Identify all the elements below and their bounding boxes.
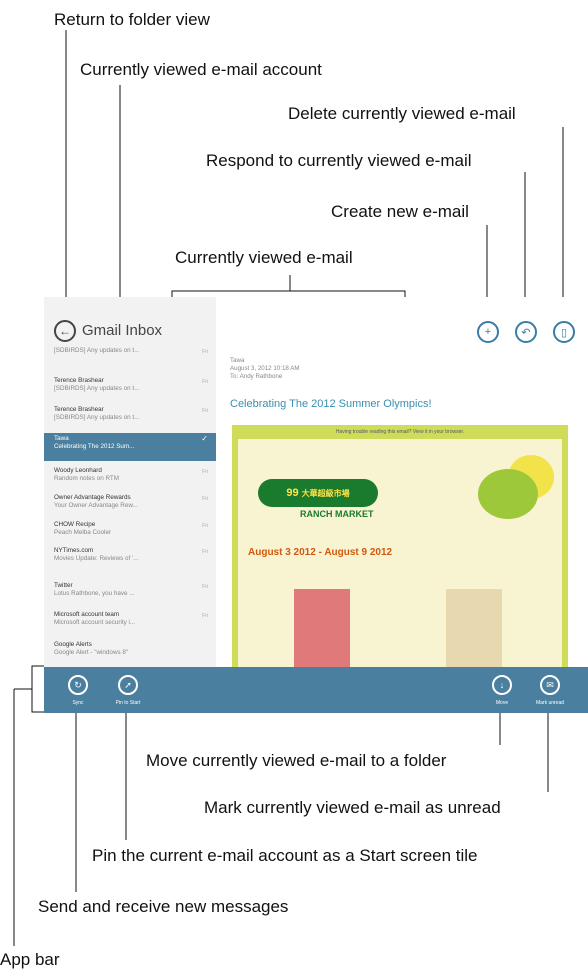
message-sender: Google Alerts: [54, 641, 92, 648]
message-date: Fri: [202, 584, 208, 590]
logo-number: 99: [286, 487, 299, 499]
callout-mark-unread: Mark currently viewed e-mail as unread: [204, 798, 501, 817]
list-item[interactable]: CHOW Recipe Peach Melba Cooler Fri: [54, 521, 216, 549]
list-item[interactable]: Terence Brashear [SDBIRDS] Any updates o…: [54, 377, 216, 405]
pin-label: Pin to Start: [115, 700, 141, 706]
promo-dates: August 3 2012 - August 9 2012: [248, 547, 393, 558]
new-email-button[interactable]: +: [477, 321, 499, 343]
email-from: Tawa: [230, 357, 245, 364]
message-sender: Twitter: [54, 582, 73, 589]
message-date: Fri: [202, 613, 208, 619]
logo-chinese-text: 大華超級市場: [301, 488, 350, 498]
list-item[interactable]: NYTimes.com Movies Update: Reviews of '.…: [54, 547, 216, 575]
message-subject: [SDBIRDS] Any updates on t...: [54, 414, 140, 421]
callout-sync: Send and receive new messages: [38, 897, 289, 916]
flyer-image: [294, 589, 350, 669]
envelope-icon: ✉: [546, 679, 554, 690]
message-sender: Microsoft account team: [54, 611, 120, 618]
list-item[interactable]: Woody Leonhard Random notes on RTM Fri: [54, 467, 216, 495]
message-date: Fri: [202, 496, 208, 502]
message-list: ← Gmail Inbox [SDBIRDS] Any updates on t…: [44, 297, 216, 667]
callout-current-account: Currently viewed e-mail account: [80, 60, 322, 79]
callout-current-email: Currently viewed e-mail: [175, 248, 353, 267]
list-item[interactable]: Google Alerts Google Alert - "windows 8": [54, 641, 216, 669]
list-item-selected[interactable]: Tawa Celebrating The 2012 Sum... ✓: [44, 433, 216, 461]
email-date: August 3, 2012 10:18 AM: [230, 365, 300, 372]
message-subject: Your Owner Advantage Rew...: [54, 502, 138, 509]
sync-icon: ↻: [74, 679, 82, 690]
mark-unread-button[interactable]: ✉: [540, 675, 560, 695]
list-item[interactable]: Microsoft account team Microsoft account…: [54, 611, 216, 639]
message-date: Fri: [202, 408, 208, 414]
message-date: Fri: [202, 379, 208, 385]
callout-delete: Delete currently viewed e-mail: [288, 104, 516, 123]
delete-button[interactable]: ▯: [553, 321, 575, 343]
inbox-title: Gmail Inbox: [82, 322, 163, 339]
reading-pane-header: Tawa August 3, 2012 10:18 AM To: Andy Ra…: [230, 357, 588, 381]
message-subject: Movies Update: Reviews of '...: [54, 555, 139, 562]
message-sender: Terence Brashear: [54, 406, 104, 413]
message-subject: Random notes on RTM: [54, 475, 119, 482]
mail-app-screenshot: ← Gmail Inbox [SDBIRDS] Any updates on t…: [44, 297, 588, 713]
respond-button[interactable]: ↶: [515, 321, 537, 343]
list-item[interactable]: Owner Advantage Rewards Your Owner Advan…: [54, 494, 216, 522]
message-date: Fri: [202, 349, 208, 355]
move-icon: ↓: [499, 680, 505, 690]
message-sender: Terence Brashear: [54, 377, 104, 384]
message-date: Fri: [202, 549, 208, 555]
message-subject: [SDBIRDS] Any updates on t...: [54, 385, 140, 392]
email-subject: Celebrating The 2012 Summer Olympics!: [230, 398, 432, 410]
trash-icon: ▯: [560, 326, 568, 339]
message-subject: [SDBIRDS] Any updates on t...: [54, 347, 140, 354]
plus-icon: +: [484, 326, 492, 338]
flyer-image: [446, 589, 502, 669]
move-button[interactable]: ↓: [492, 675, 512, 695]
list-item[interactable]: [SDBIRDS] Any updates on t... Fri: [54, 347, 216, 375]
message-date: Fri: [202, 469, 208, 475]
checkmark-icon: ✓: [201, 434, 208, 443]
logo-text: RANCH MARKET: [300, 509, 374, 519]
message-subject: Microsoft account security i...: [54, 619, 136, 626]
newsletter-content: Having trouble reading this email? View …: [238, 429, 562, 679]
callout-pin: Pin the current e-mail account as a Star…: [92, 846, 478, 865]
message-sender: Owner Advantage Rewards: [54, 494, 131, 501]
mark-unread-label: Mark unread: [535, 700, 565, 706]
app-bar: ↻ Sync ➚ Pin to Start ↓ Move ✉ Mark unre…: [44, 667, 588, 713]
message-sender: CHOW Recipe: [54, 521, 96, 528]
move-label: Move: [495, 700, 509, 706]
callout-create: Create new e-mail: [331, 202, 469, 221]
callout-app-bar: App bar: [0, 950, 60, 969]
browser-view-link[interactable]: Having trouble reading this email? View …: [238, 429, 562, 435]
callout-move: Move currently viewed e-mail to a folder: [146, 751, 447, 770]
email-to: To: Andy Rathbone: [230, 373, 283, 380]
message-date: Fri: [202, 523, 208, 529]
sync-label: Sync: [72, 700, 84, 706]
message-subject: Lotus Rathbone, you have ...: [54, 590, 135, 597]
pin-button[interactable]: ➚: [118, 675, 138, 695]
list-item[interactable]: Twitter Lotus Rathbone, you have ... Fri: [54, 582, 216, 610]
message-subject: Celebrating The 2012 Sum...: [54, 443, 135, 450]
message-subject: Google Alert - "windows 8": [54, 649, 129, 656]
email-body: Having trouble reading this email? View …: [232, 425, 568, 679]
back-button[interactable]: ←: [54, 320, 76, 342]
reply-icon: ↶: [521, 326, 531, 339]
callout-return-folder: Return to folder view: [54, 10, 210, 29]
pin-icon: ➚: [124, 679, 132, 690]
ranch-market-logo: 99 大華超級市場: [258, 479, 378, 507]
message-subject: Peach Melba Cooler: [54, 529, 112, 536]
lime-image: [478, 469, 538, 519]
list-item[interactable]: Terence Brashear [SDBIRDS] Any updates o…: [54, 406, 216, 434]
message-sender: Woody Leonhard: [54, 467, 102, 474]
callout-respond: Respond to currently viewed e-mail: [206, 151, 472, 170]
message-sender: NYTimes.com: [54, 547, 94, 554]
message-sender: Tawa: [54, 435, 69, 442]
back-arrow-icon: ←: [59, 324, 71, 338]
sync-button[interactable]: ↻: [68, 675, 88, 695]
